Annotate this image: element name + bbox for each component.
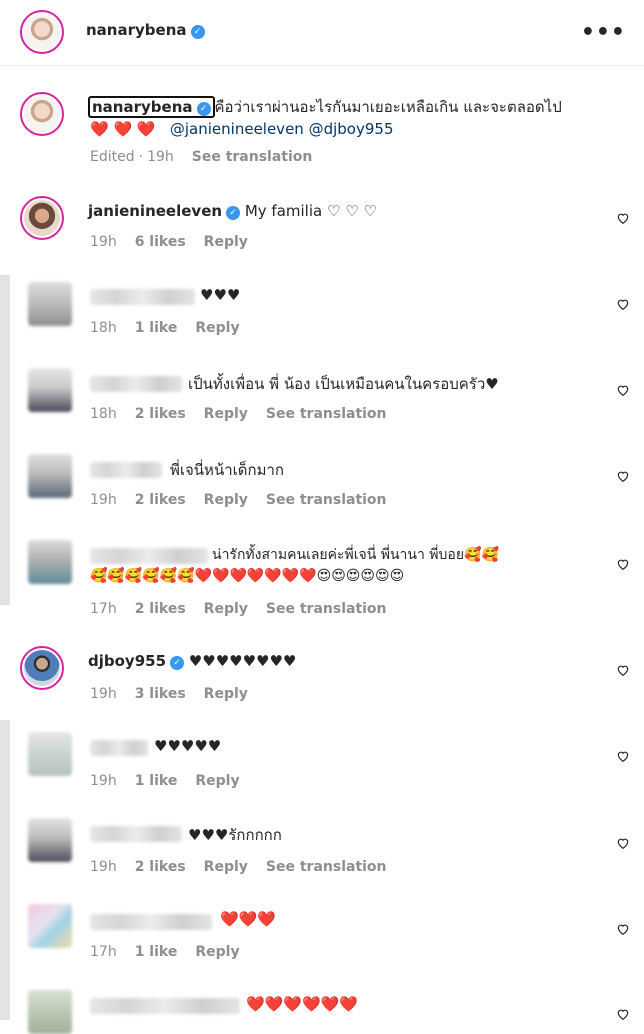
- comment-meta: 18h 1 like Reply: [90, 320, 240, 336]
- heart-outline-icon[interactable]: [616, 748, 630, 762]
- mention-janienineeleven[interactable]: @janienineeleven: [170, 120, 304, 138]
- see-translation-button[interactable]: See translation: [266, 406, 387, 422]
- verified-badge-icon: ✓: [190, 25, 205, 39]
- comment-meta: 19h 6 likes Reply: [90, 234, 248, 250]
- see-translation-button[interactable]: See translation: [192, 149, 313, 165]
- comment-avatar[interactable]: [20, 196, 64, 240]
- comment-meta: 19h 3 likes Reply: [90, 686, 248, 702]
- comment-text: ❤️❤️❤️❤️❤️❤️: [246, 995, 359, 1013]
- comment-username[interactable]: [90, 548, 208, 564]
- comment-avatar[interactable]: [28, 282, 72, 326]
- caption-username[interactable]: nanarybena ✓: [88, 96, 215, 118]
- comment-avatar[interactable]: [28, 732, 72, 776]
- heart-outline-icon[interactable]: [616, 468, 630, 482]
- see-translation-button[interactable]: See translation: [266, 601, 387, 617]
- caption-meta: Edited · 19h See translation: [90, 149, 313, 165]
- comment-text: เป็นทั้งเพื่อน พี่ น้อง เป็นเหมือนคนในคร…: [188, 375, 499, 393]
- comment-meta: 19h 1 like Reply: [90, 773, 240, 789]
- reply-button[interactable]: Reply: [204, 234, 248, 250]
- profile-avatar[interactable]: [20, 10, 64, 54]
- comment-avatar[interactable]: [28, 990, 72, 1034]
- comment-avatar[interactable]: [28, 904, 72, 948]
- heart-outline-icon[interactable]: [616, 835, 630, 849]
- verified-badge-icon: ✓: [226, 206, 241, 220]
- caption-text: nanarybena ✓ คือว่าเราผ่านอะไรกันมาเยอะเหล…: [88, 95, 562, 119]
- heart-outline-icon[interactable]: [616, 1006, 630, 1020]
- comment-meta: 19h 2 likes Reply See translation: [90, 859, 387, 875]
- comment-username[interactable]: [90, 826, 182, 842]
- comment-username[interactable]: [90, 914, 212, 930]
- verified-badge-icon: ✓: [170, 656, 185, 670]
- comment-avatar[interactable]: [28, 540, 72, 584]
- comment-meta: 17h 1 like Reply: [90, 944, 240, 960]
- comment-text: janienineeleven ✓ My familia ♡ ♡ ♡: [88, 202, 377, 220]
- comment-text: ♥♥♥♥♥: [154, 737, 222, 755]
- comment-meta: 19h 2 likes Reply See translation: [90, 492, 387, 508]
- caption-line2: ❤️ ❤️ ❤️ @janienineeleven @djboy955: [90, 120, 394, 138]
- comment-username[interactable]: janienineeleven: [88, 202, 222, 220]
- comment-username[interactable]: [90, 740, 148, 756]
- likes-count[interactable]: 6 likes: [135, 234, 186, 250]
- comment-avatar[interactable]: [20, 646, 64, 690]
- more-options-icon[interactable]: •••: [581, 20, 626, 45]
- heart-outline-icon[interactable]: [616, 382, 630, 396]
- heart-outline-icon[interactable]: [616, 921, 630, 935]
- comment-meta: 17h 2 likes Reply See translation: [90, 601, 387, 617]
- comment-text-line2: 🥰🥰🥰🥰🥰🥰❤️❤️❤️❤️❤️❤️❤️😍😍😍😍😍😍: [90, 568, 405, 584]
- left-edge-strip: [0, 275, 10, 605]
- heart-outline-icon[interactable]: [616, 662, 630, 676]
- heart-outline-icon[interactable]: [616, 296, 630, 310]
- left-edge-strip: [0, 720, 10, 1020]
- hearts-emoji: ❤️ ❤️ ❤️: [90, 120, 156, 138]
- verified-badge-icon: ✓: [196, 102, 211, 116]
- see-translation-button[interactable]: See translation: [266, 492, 387, 508]
- comment-username[interactable]: [90, 462, 162, 478]
- comment-text: djboy955 ✓ ♥♥♥♥♥♥♥♥: [88, 652, 297, 670]
- header-username[interactable]: nanarybena ✓: [86, 21, 205, 39]
- comment-username[interactable]: [90, 376, 182, 392]
- mention-djboy955[interactable]: @djboy955: [309, 120, 394, 138]
- caption-avatar[interactable]: [20, 92, 64, 136]
- comment-text: ❤️❤️❤️: [220, 910, 277, 928]
- comment-text: ♥♥♥: [200, 286, 241, 304]
- comment-meta: 18h 2 likes Reply See translation: [90, 406, 387, 422]
- comment-avatar[interactable]: [28, 368, 72, 412]
- comment-avatar[interactable]: [28, 818, 72, 862]
- post-header: nanarybena ✓ •••: [0, 0, 644, 66]
- comment-text: น่ารักทั้งสามคนเลยค่ะพี่เจนี่ พี่นานา พี…: [212, 547, 499, 563]
- heart-outline-icon[interactable]: [616, 556, 630, 570]
- comment-text: พี่เจนี่หน้าเด็กมาก: [170, 461, 284, 479]
- heart-outline-icon[interactable]: [616, 210, 630, 224]
- see-translation-button[interactable]: See translation: [266, 859, 387, 875]
- comment-avatar[interactable]: [28, 454, 72, 498]
- comment-username[interactable]: djboy955: [88, 652, 166, 670]
- comment-text: ♥♥♥รักกกกก: [188, 826, 282, 844]
- comment-username[interactable]: [90, 998, 240, 1014]
- comment-username[interactable]: [90, 289, 195, 305]
